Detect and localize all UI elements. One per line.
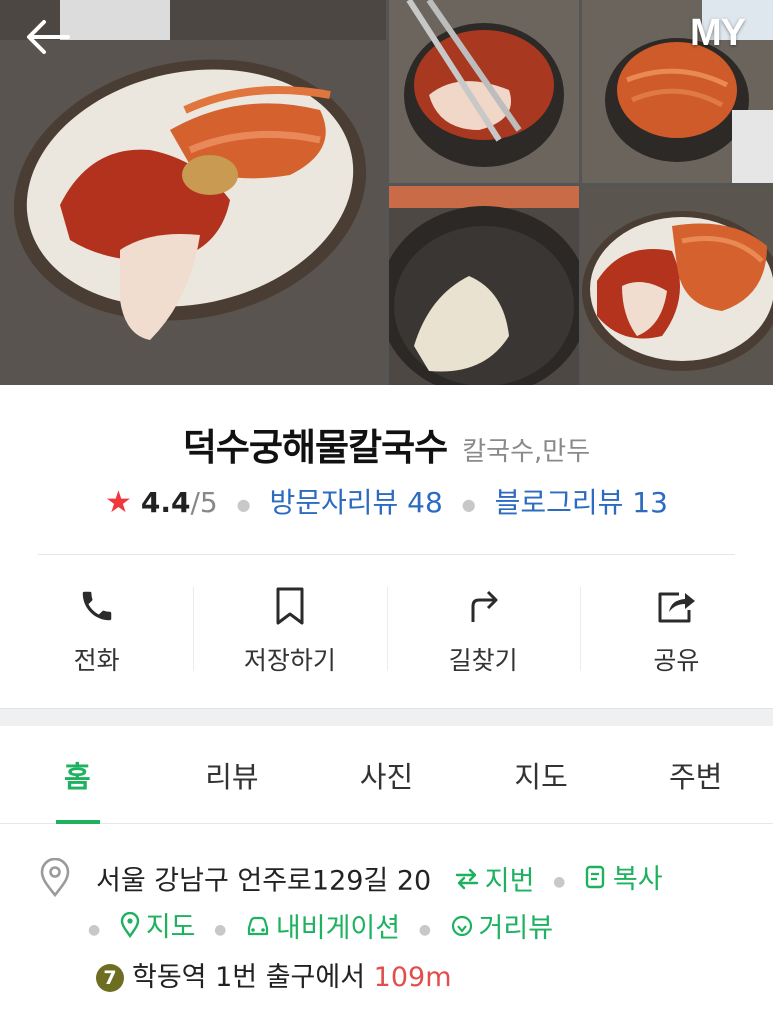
my-button[interactable]: MY	[690, 12, 746, 55]
lot-number-label: 지번	[484, 866, 535, 897]
place-name: 덕수궁해물칼국수	[182, 426, 448, 469]
photo-kimchi-pot-tongs[interactable]	[389, 0, 579, 183]
separator-dot: ●	[553, 874, 566, 890]
street-view-link[interactable]: 거리뷰	[450, 906, 554, 945]
address-links: ● 지도 ● 내비게이션 ● 거리뷰	[88, 905, 553, 945]
action-bar: 전화 저장하기 길찾기 공유	[0, 565, 773, 677]
call-label: 전화	[73, 646, 120, 675]
street-view-icon	[451, 915, 472, 936]
separator-dot: ●	[236, 494, 251, 514]
map-label: 지도	[145, 912, 196, 943]
visitor-review-link[interactable]: 방문자리뷰 48	[269, 486, 442, 519]
navigation-label: 내비게이션	[275, 913, 401, 944]
back-button[interactable]	[22, 14, 74, 60]
bookmark-icon	[268, 585, 312, 627]
phone-icon	[75, 585, 119, 627]
save-label: 저장하기	[243, 646, 336, 675]
copy-icon	[585, 865, 605, 888]
station-text: 학동역 1번 출구에서	[132, 962, 366, 993]
photo-rice-bowl[interactable]	[389, 186, 579, 385]
rating-max: /5	[190, 486, 218, 519]
place-category: 칼국수,만두	[462, 437, 591, 467]
title-row: 덕수궁해물칼국수 칼국수,만두	[0, 417, 773, 471]
subway-line-badge: 7	[96, 964, 124, 992]
tab-map[interactable]: 지도	[464, 726, 619, 823]
subway-info: 7 학동역 1번 출구에서 109m	[96, 955, 452, 994]
tab-review[interactable]: 리뷰	[155, 726, 310, 823]
blog-review-link[interactable]: 블로그리뷰 13	[495, 486, 668, 519]
map-pin-icon	[120, 911, 140, 938]
street-view-label: 거리뷰	[478, 913, 554, 944]
separator-dot: ●	[214, 922, 227, 938]
save-button[interactable]: 저장하기	[193, 565, 386, 677]
navigation-link[interactable]: 내비게이션	[245, 906, 400, 945]
address-text: 서울 강남구 언주로129길 20	[96, 865, 432, 897]
address-line: 서울 강남구 언주로129길 20 지번 ● 복사	[96, 857, 663, 898]
call-button[interactable]: 전화	[0, 565, 193, 677]
copy-address-button[interactable]: 복사	[584, 857, 663, 896]
separator-dot: ●	[461, 494, 476, 514]
directions-icon	[461, 585, 505, 627]
lot-number-toggle[interactable]: 지번	[454, 859, 535, 898]
car-icon	[247, 916, 269, 935]
divider	[38, 554, 735, 555]
tab-photo[interactable]: 사진	[309, 726, 464, 823]
tab-home[interactable]: 홈	[0, 726, 155, 824]
directions-label: 길찾기	[448, 646, 518, 675]
rating-score: 4.4	[140, 486, 191, 519]
separator-dot: ●	[418, 922, 431, 938]
location-pin-icon	[38, 857, 72, 902]
tab-nearby[interactable]: 주변	[618, 726, 773, 823]
directions-button[interactable]: 길찾기	[386, 565, 580, 677]
star-icon: ★	[105, 485, 132, 520]
separator-dot: ●	[88, 922, 101, 938]
photo-gallery[interactable]: MY	[0, 0, 773, 385]
photo-kimchi-plate-2[interactable]	[582, 186, 773, 385]
address-section: 서울 강남구 언주로129길 20 지번 ● 복사 ● 지도 ● 내비게이션 ●…	[0, 825, 773, 1015]
arrow-left-icon	[27, 20, 70, 54]
map-link[interactable]: 지도	[119, 905, 196, 944]
station-distance: 109m	[373, 962, 452, 993]
share-button[interactable]: 공유	[579, 565, 773, 677]
rating-row: ★ 4.4/5 ● 방문자리뷰 48 ● 블로그리뷰 13	[0, 481, 773, 521]
section-gap	[0, 708, 773, 726]
share-icon	[654, 585, 698, 627]
share-label: 공유	[653, 646, 700, 675]
copy-label: 복사	[612, 864, 663, 895]
place-info: 덕수궁해물칼국수 칼국수,만두 ★ 4.4/5 ● 방문자리뷰 48 ● 블로그…	[0, 385, 773, 708]
tab-bar: 홈 리뷰 사진 지도 주변	[0, 726, 773, 824]
swap-icon	[455, 868, 478, 889]
